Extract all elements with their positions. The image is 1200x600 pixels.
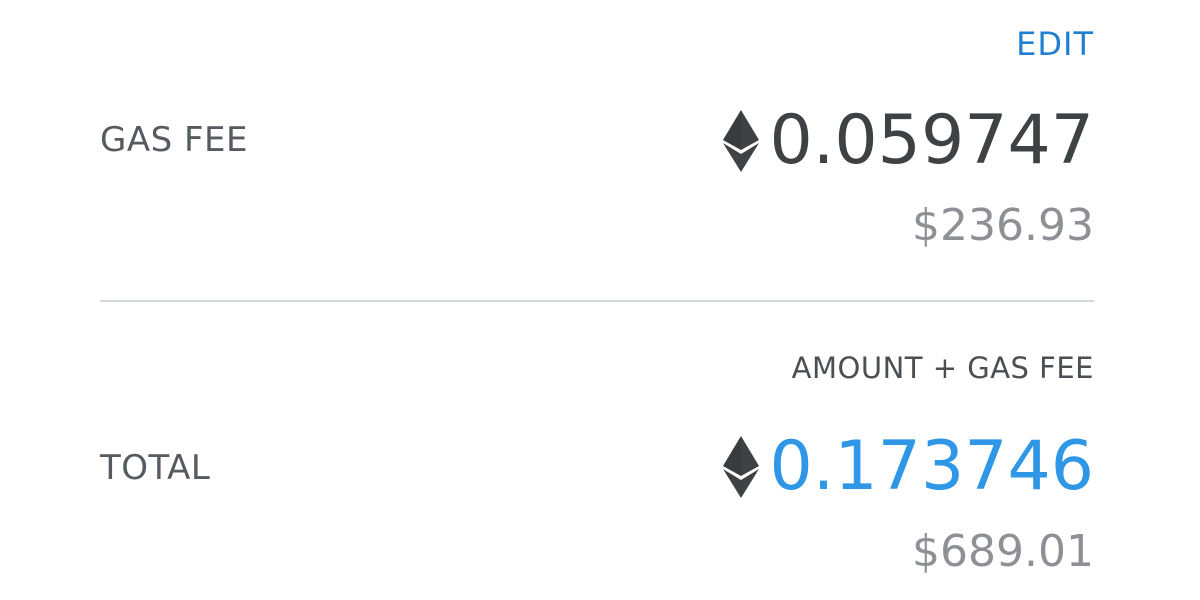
gas-fee-fiat-amount: $236.93 [912,200,1094,251]
edit-link[interactable]: EDIT [1016,24,1094,64]
ethereum-icon [722,110,759,172]
gas-fee-amount-group: 0.059747 [722,100,1094,182]
ethereum-icon [722,436,759,498]
section-divider [100,300,1094,302]
total-label: TOTAL [100,448,211,488]
total-fiat-amount: $689.01 [912,526,1094,577]
total-breakdown-label: AMOUNT + GAS FEE [791,351,1094,385]
total-eth-amount: 0.173746 [769,427,1094,506]
total-amount-group: 0.173746 [722,426,1094,508]
gas-fee-label: GAS FEE [100,120,249,160]
gas-fee-eth-amount: 0.059747 [769,101,1094,180]
